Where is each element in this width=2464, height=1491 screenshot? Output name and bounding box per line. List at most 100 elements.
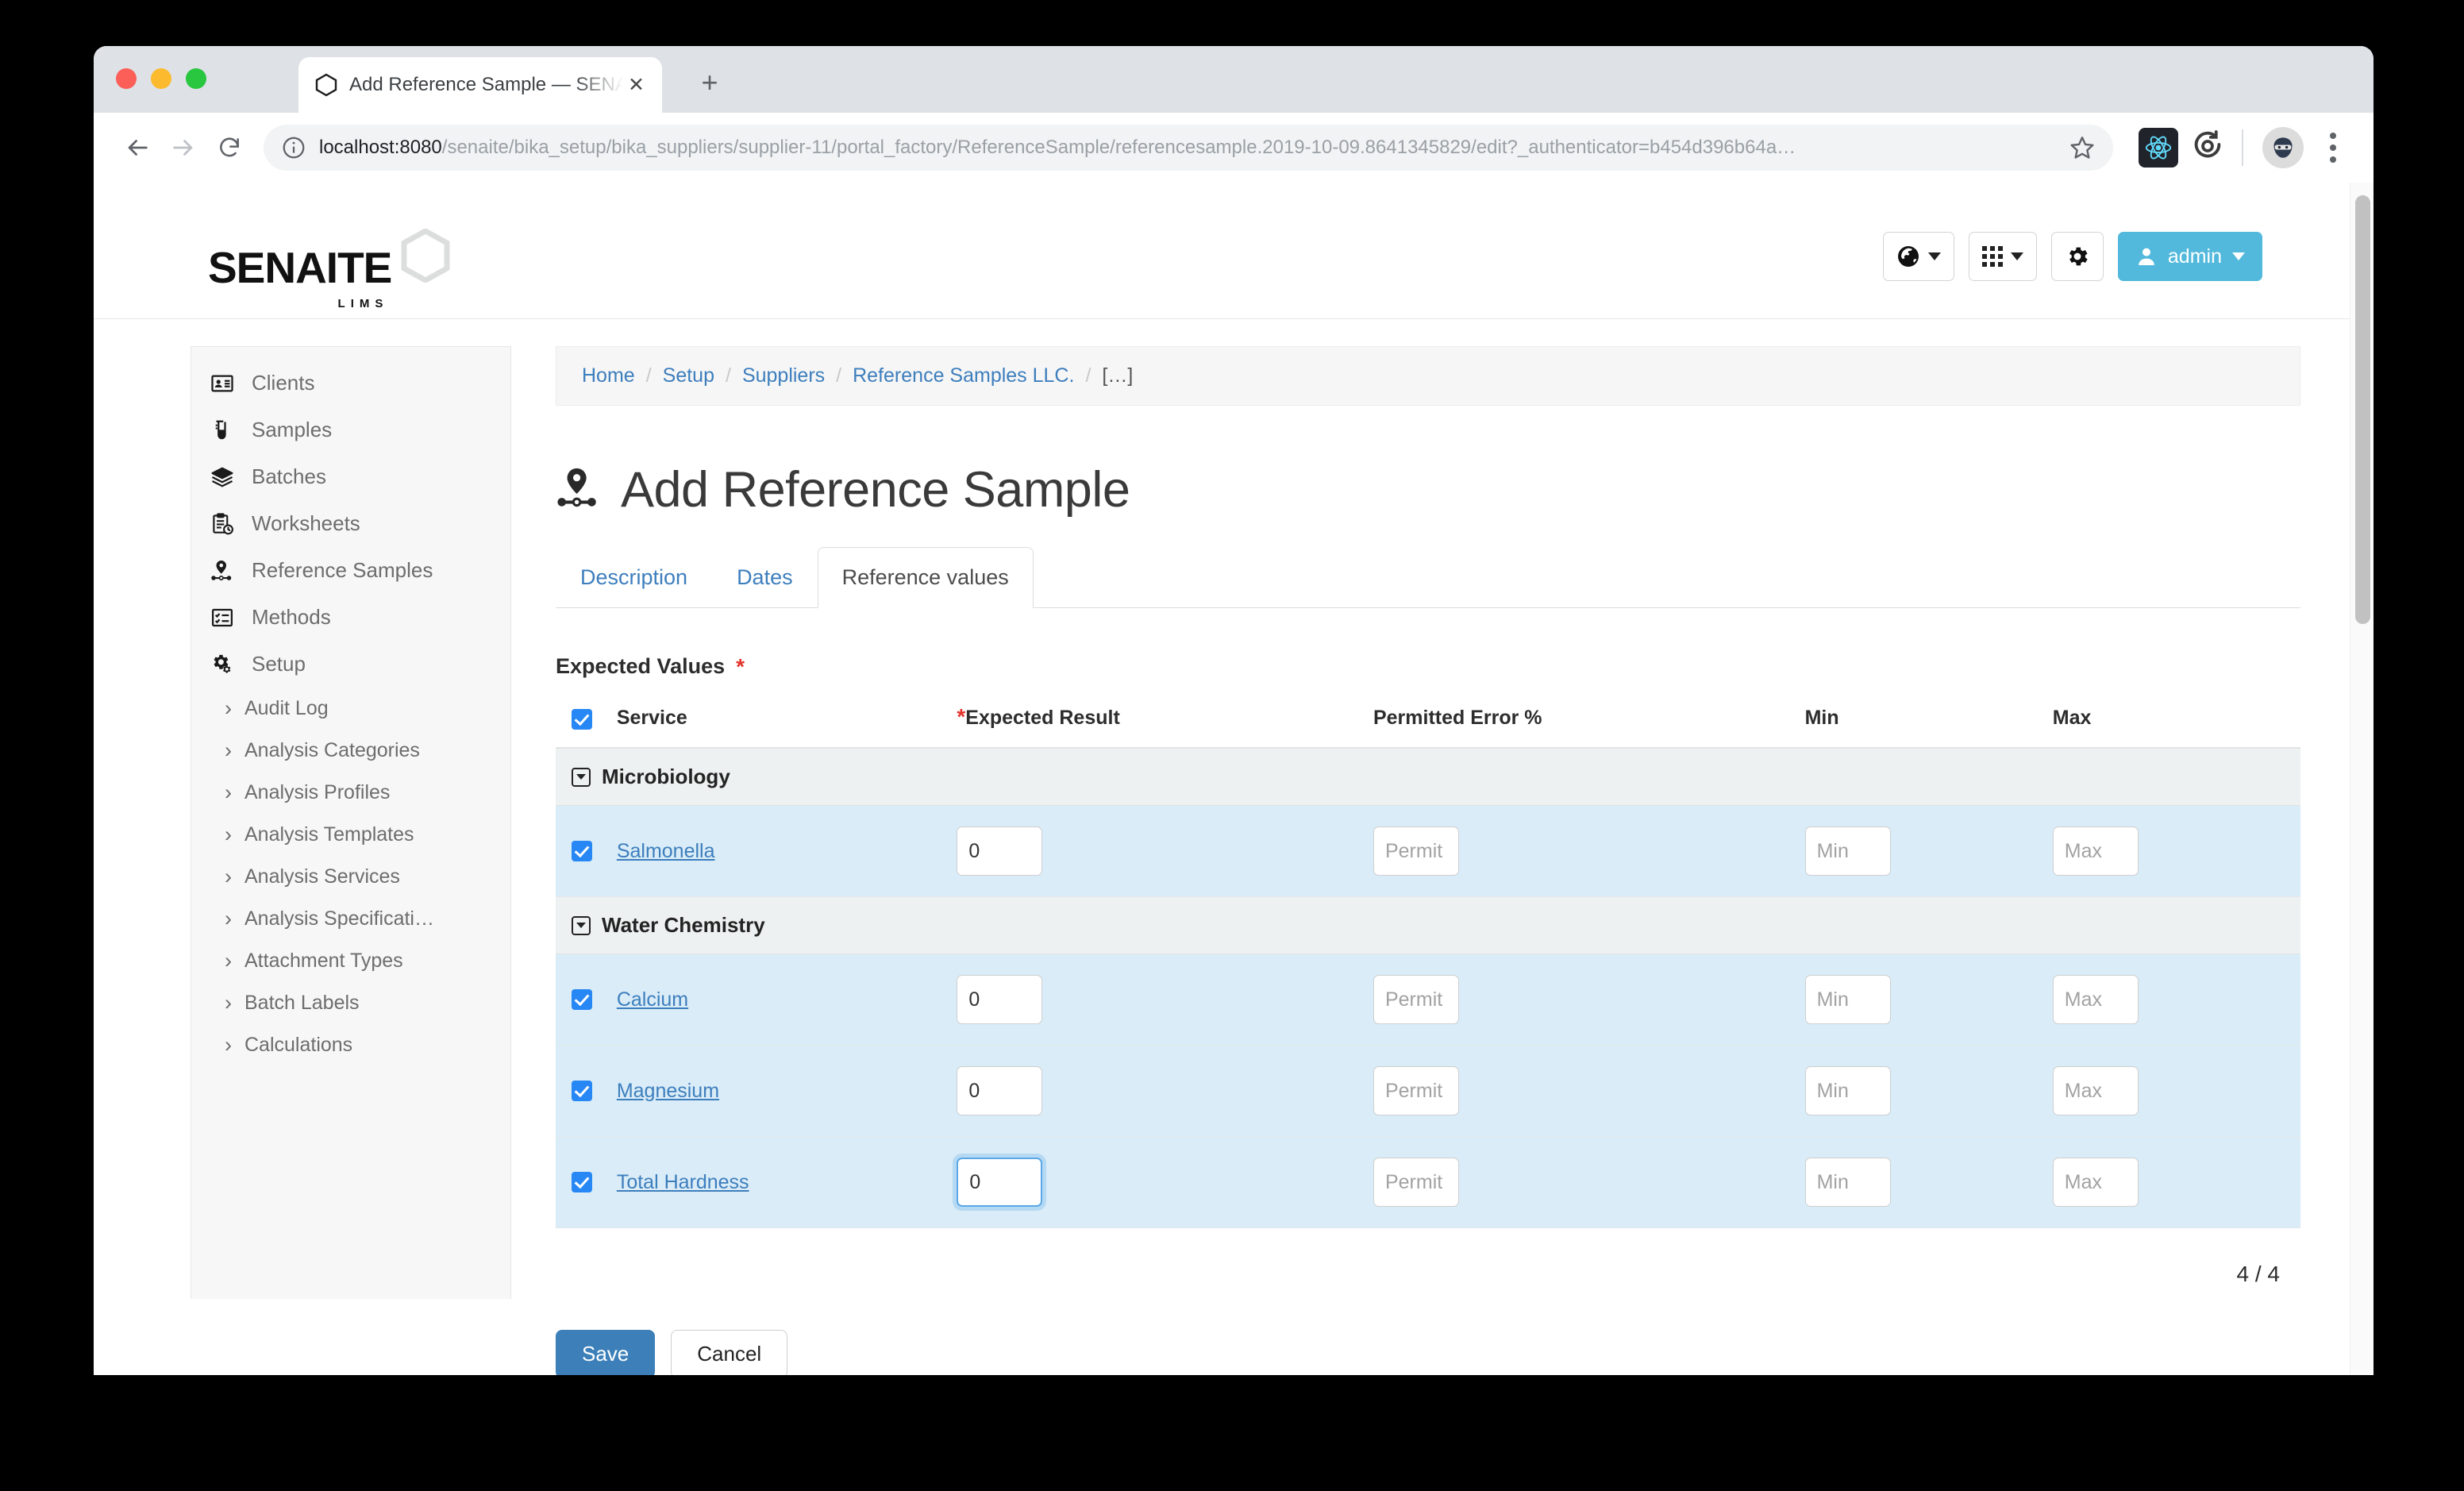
breadcrumb-item-home[interactable]: Home bbox=[582, 364, 635, 387]
minimize-window-button[interactable] bbox=[151, 68, 171, 89]
expected-result-input[interactable] bbox=[957, 975, 1043, 1024]
sidebar-subitem-analysis-templates[interactable]: › Analysis Templates bbox=[191, 814, 510, 856]
sidebar-subitem-calculations[interactable]: › Calculations bbox=[191, 1024, 510, 1066]
permitted-error-input[interactable] bbox=[1373, 826, 1459, 876]
page-scrollbar-thumb[interactable] bbox=[2355, 195, 2370, 624]
map-pin-icon bbox=[209, 559, 236, 583]
back-icon[interactable] bbox=[114, 125, 160, 171]
browser-tab-title: Add Reference Sample — SENAITE bbox=[349, 74, 624, 95]
new-tab-button[interactable]: + bbox=[691, 65, 729, 103]
collapse-category-icon[interactable] bbox=[572, 767, 591, 787]
tab-reference-values[interactable]: Reference values bbox=[817, 547, 1034, 608]
min-input[interactable] bbox=[1804, 826, 1891, 876]
sidebar-subitem-analysis-services[interactable]: › Analysis Services bbox=[191, 856, 510, 898]
sidebar-item-reference-samples[interactable]: Reference Samples bbox=[191, 547, 510, 594]
service-link[interactable]: Salmonella bbox=[617, 840, 715, 862]
max-input[interactable] bbox=[2052, 975, 2139, 1024]
permitted-error-input[interactable] bbox=[1373, 975, 1459, 1024]
senaite-logo[interactable]: SENAITE LIMS bbox=[208, 227, 450, 310]
collapse-category-icon[interactable] bbox=[572, 915, 591, 935]
sidebar-item-label: Clients bbox=[252, 371, 315, 395]
reload-icon[interactable] bbox=[206, 125, 252, 171]
min-input[interactable] bbox=[1804, 1066, 1891, 1115]
language-switcher-button[interactable] bbox=[1882, 232, 1954, 281]
row-checkbox[interactable] bbox=[572, 841, 592, 861]
close-tab-icon[interactable]: ✕ bbox=[623, 72, 649, 98]
expected-result-input[interactable] bbox=[957, 826, 1043, 876]
senaite-favicon-icon bbox=[314, 73, 338, 97]
sidebar-subitem-label: Attachment Types bbox=[244, 950, 403, 972]
service-link[interactable]: Total Hardness bbox=[617, 1171, 749, 1193]
permitted-error-input[interactable] bbox=[1373, 1066, 1459, 1115]
row-checkbox[interactable] bbox=[572, 1172, 592, 1192]
profile-avatar[interactable] bbox=[2262, 127, 2304, 168]
save-button[interactable]: Save bbox=[556, 1330, 656, 1375]
select-all-header bbox=[556, 706, 617, 749]
react-devtools-extension-icon[interactable] bbox=[2139, 128, 2178, 168]
service-link[interactable]: Calcium bbox=[617, 988, 688, 1011]
sidebar-item-label: Methods bbox=[252, 605, 331, 629]
tab-description[interactable]: Description bbox=[556, 547, 712, 608]
cancel-button[interactable]: Cancel bbox=[671, 1330, 788, 1375]
sidebar-item-clients[interactable]: Clients bbox=[191, 360, 510, 406]
sidebar-subitem-analysis-specifications[interactable]: › Analysis Specificati… bbox=[191, 898, 510, 940]
max-input[interactable] bbox=[2052, 826, 2139, 876]
permitted-error-input[interactable] bbox=[1373, 1158, 1459, 1207]
chevron-right-icon: › bbox=[225, 949, 232, 973]
site-info-icon[interactable] bbox=[281, 135, 306, 160]
max-input[interactable] bbox=[2052, 1158, 2139, 1207]
breadcrumb-item-supplier[interactable]: Reference Samples LLC. bbox=[853, 364, 1074, 387]
breadcrumb-item-suppliers[interactable]: Suppliers bbox=[742, 364, 825, 387]
maximize-window-button[interactable] bbox=[186, 68, 206, 89]
refresh-extension-icon[interactable] bbox=[2189, 128, 2229, 168]
browser-tab-strip: Add Reference Sample — SENAITE ✕ + bbox=[94, 46, 2374, 113]
category-row-microbiology[interactable]: Microbiology bbox=[556, 748, 2300, 806]
min-input[interactable] bbox=[1804, 1158, 1891, 1207]
sidebar-item-setup[interactable]: Setup bbox=[191, 641, 510, 688]
service-link[interactable]: Magnesium bbox=[617, 1080, 719, 1102]
bookmark-star-icon[interactable] bbox=[2069, 134, 2096, 161]
address-bar[interactable]: localhost:8080/senaite/bika_setup/bika_s… bbox=[264, 125, 2113, 171]
gear-icon bbox=[2069, 247, 2088, 266]
user-icon bbox=[2139, 248, 2154, 265]
id-card-icon bbox=[209, 372, 236, 395]
sidebar-item-batches[interactable]: Batches bbox=[191, 453, 510, 500]
select-all-checkbox[interactable] bbox=[572, 709, 592, 730]
row-checkbox[interactable] bbox=[572, 1081, 592, 1101]
apps-grid-button[interactable] bbox=[1968, 232, 2037, 281]
forward-icon[interactable] bbox=[160, 125, 206, 171]
sidebar-subitem-label: Analysis Templates bbox=[244, 823, 414, 846]
breadcrumb: Home / Setup / Suppliers / Reference Sam… bbox=[556, 346, 2300, 406]
sidebar-subitem-audit-log[interactable]: › Audit Log bbox=[191, 688, 510, 730]
breadcrumb-item-ellipsis[interactable]: […] bbox=[1102, 364, 1133, 387]
browser-menu-icon[interactable] bbox=[2313, 127, 2353, 168]
table-row: Calcium bbox=[556, 954, 2300, 1046]
min-input[interactable] bbox=[1804, 975, 1891, 1024]
hexagon-icon bbox=[401, 227, 450, 287]
sidebar-subitem-analysis-profiles[interactable]: › Analysis Profiles bbox=[191, 772, 510, 814]
sidebar-item-worksheets[interactable]: Worksheets bbox=[191, 500, 510, 547]
expected-result-input[interactable] bbox=[957, 1066, 1043, 1115]
close-window-button[interactable] bbox=[116, 68, 137, 89]
max-input[interactable] bbox=[2052, 1066, 2139, 1115]
user-menu-button[interactable]: admin bbox=[2117, 232, 2262, 281]
sidebar-subitem-label: Analysis Profiles bbox=[244, 781, 391, 803]
tab-dates[interactable]: Dates bbox=[712, 547, 818, 608]
category-row-water-chemistry[interactable]: Water Chemistry bbox=[556, 896, 2300, 954]
expected-result-input[interactable] bbox=[957, 1158, 1043, 1207]
column-header-expected-result-text: Expected Result bbox=[965, 707, 1120, 729]
sidebar-subitem-attachment-types[interactable]: › Attachment Types bbox=[191, 940, 510, 982]
sidebar-item-samples[interactable]: Samples bbox=[191, 406, 510, 453]
table-body: Microbiology Salmonella 0 Permit Min Max… bbox=[556, 748, 2300, 1228]
breadcrumb-item-setup[interactable]: Setup bbox=[663, 364, 714, 387]
row-checkbox[interactable] bbox=[572, 989, 592, 1010]
table-header: Service *Expected Result Permitted Error… bbox=[556, 706, 2300, 749]
sidebar-subitem-analysis-categories[interactable]: › Analysis Categories bbox=[191, 730, 510, 772]
browser-tab[interactable]: Add Reference Sample — SENAITE ✕ bbox=[298, 57, 662, 113]
sidebar-item-methods[interactable]: Methods bbox=[191, 594, 510, 641]
gears-icon bbox=[209, 653, 236, 676]
settings-button[interactable] bbox=[2050, 232, 2104, 281]
page-scrollbar[interactable] bbox=[2350, 183, 2374, 1375]
sidebar-subitem-batch-labels[interactable]: › Batch Labels bbox=[191, 982, 510, 1024]
form-buttons: Save Cancel bbox=[556, 1330, 2300, 1375]
